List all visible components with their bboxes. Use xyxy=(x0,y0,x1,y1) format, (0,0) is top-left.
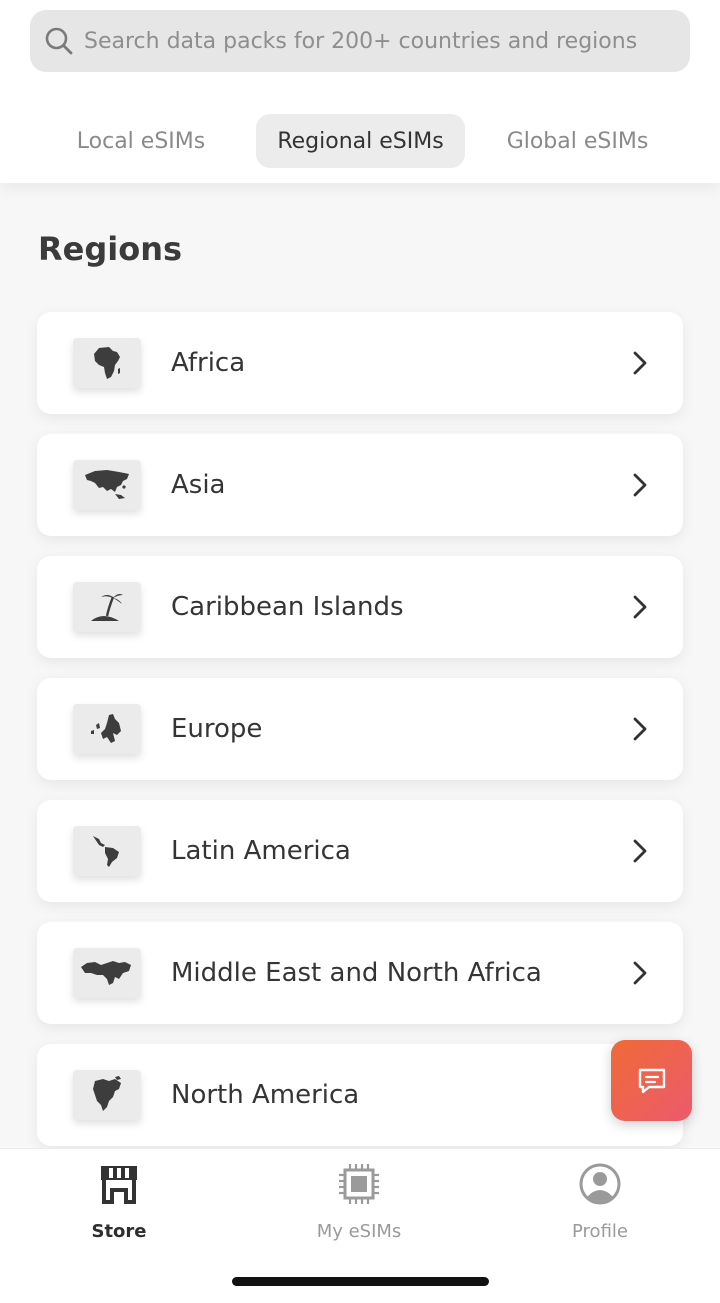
region-item-asia[interactable]: Asia xyxy=(37,434,683,536)
esim-type-tabs: Local eSIMs Regional eSIMs Global eSIMs xyxy=(0,114,720,170)
region-item-middle-east-and-north-africa[interactable]: Middle East and North Africa xyxy=(37,922,683,1024)
region-item-europe[interactable]: Europe xyxy=(37,678,683,780)
nav-item-my-esims[interactable]: My eSIMs xyxy=(279,1161,439,1251)
tab-regional-esims[interactable]: Regional eSIMs xyxy=(256,114,465,168)
top-bar: Local eSIMs Regional eSIMs Global eSIMs xyxy=(0,0,720,183)
search-bar[interactable] xyxy=(30,10,690,72)
asia-map-icon xyxy=(73,460,141,510)
search-icon xyxy=(42,24,76,58)
mena-map-icon xyxy=(73,948,141,998)
chevron-right-icon xyxy=(633,839,647,863)
north-america-map-icon xyxy=(73,1070,141,1120)
chat-support-button[interactable] xyxy=(611,1040,692,1121)
nav-item-profile[interactable]: Profile xyxy=(520,1161,680,1251)
home-indicator xyxy=(232,1277,489,1286)
nav-label: Store xyxy=(91,1221,147,1242)
section-title: Regions xyxy=(38,230,183,268)
tab-global-esims[interactable]: Global eSIMs xyxy=(490,114,665,168)
region-label: Europe xyxy=(171,714,263,744)
nav-label: Profile xyxy=(572,1221,628,1242)
chevron-right-icon xyxy=(633,351,647,375)
region-item-latin-america[interactable]: Latin America xyxy=(37,800,683,902)
chevron-right-icon xyxy=(633,473,647,497)
chat-icon xyxy=(638,1068,665,1093)
latin-america-map-icon xyxy=(73,826,141,876)
europe-map-icon xyxy=(73,704,141,754)
store-icon xyxy=(96,1161,142,1207)
nav-item-store[interactable]: Store xyxy=(39,1161,199,1251)
palm-island-icon xyxy=(73,582,141,632)
chevron-right-icon xyxy=(633,595,647,619)
search-input[interactable] xyxy=(84,28,674,54)
tab-local-esims[interactable]: Local eSIMs xyxy=(57,114,225,168)
region-label: Asia xyxy=(171,470,226,500)
region-label: Africa xyxy=(171,348,246,378)
profile-icon xyxy=(577,1161,623,1207)
region-label: North America xyxy=(171,1080,360,1110)
region-item-caribbean-islands[interactable]: Caribbean Islands xyxy=(37,556,683,658)
region-label: Middle East and North Africa xyxy=(171,958,542,988)
chevron-right-icon xyxy=(633,717,647,741)
nav-label: My eSIMs xyxy=(316,1221,402,1242)
region-label: Latin America xyxy=(171,836,351,866)
chevron-right-icon xyxy=(633,961,647,985)
region-label: Caribbean Islands xyxy=(171,592,404,622)
region-item-north-america[interactable]: North America xyxy=(37,1044,683,1146)
region-item-africa[interactable]: Africa xyxy=(37,312,683,414)
africa-map-icon xyxy=(73,338,141,388)
chip-icon xyxy=(336,1161,382,1207)
